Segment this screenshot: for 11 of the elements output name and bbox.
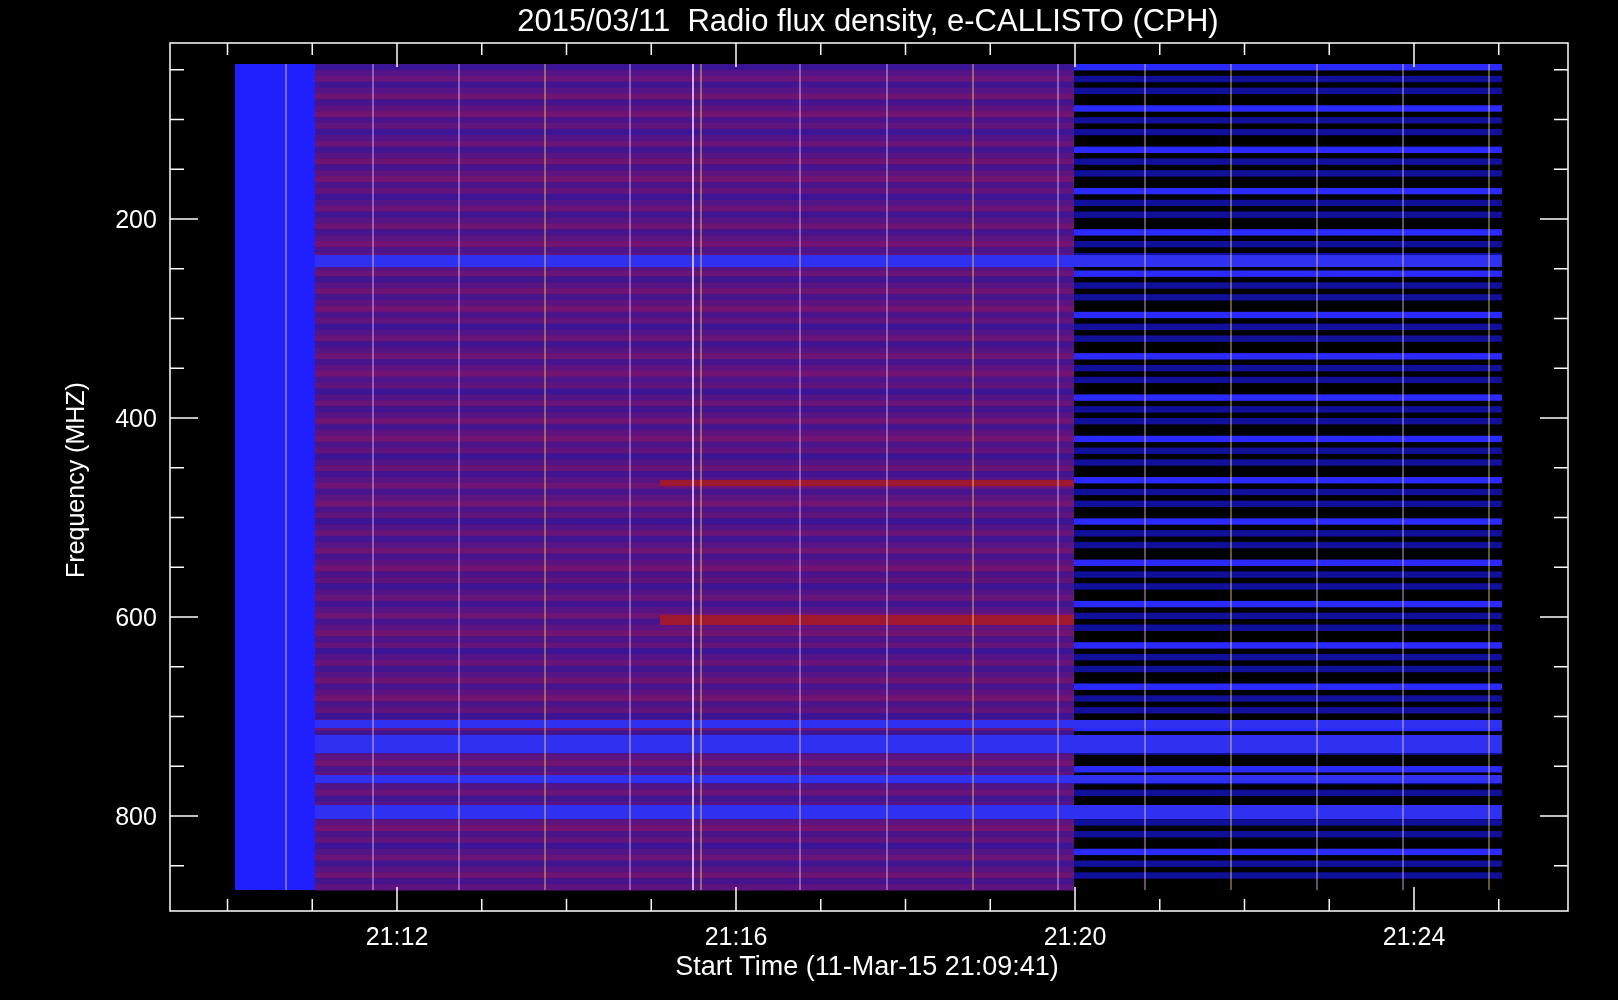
x-tick-label: 21:12 <box>365 922 429 950</box>
y-tick-label: 200 <box>115 205 157 233</box>
x-axis-label: Start Time (11-Mar-15 21:09:41) <box>675 951 1059 981</box>
x-tick-label: 21:16 <box>704 922 768 950</box>
y-axis-label: Frequency (MHZ) <box>61 382 89 578</box>
chart-title: 2015/03/11 Radio flux density, e-CALLISTO (CPH) <box>517 3 1219 38</box>
y-tick-label: 400 <box>115 404 157 432</box>
x-tick-label: 21:20 <box>1043 922 1107 950</box>
y-tick-label: 800 <box>115 802 157 830</box>
x-tick-label: 21:24 <box>1382 922 1446 950</box>
y-tick-label: 600 <box>115 603 157 631</box>
